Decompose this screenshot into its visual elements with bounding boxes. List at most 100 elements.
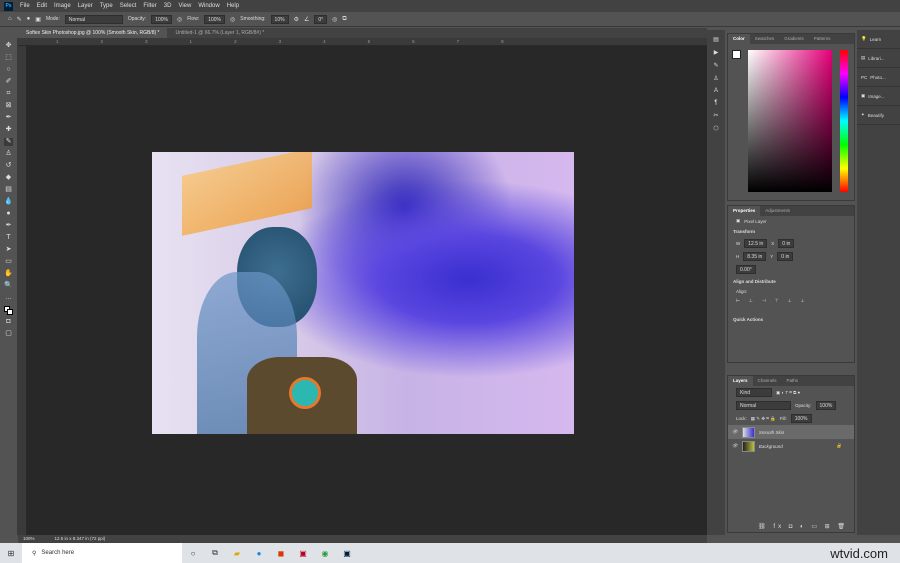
tab-softex-skin[interactable]: Softex Skin Photoshop.jpg @ 100% (Smooth… (18, 28, 168, 38)
marquee-tool-icon[interactable]: ⬚ (4, 54, 13, 62)
healing-tool-icon[interactable]: ✚ (4, 126, 13, 134)
align-middle-icon[interactable]: ⊥ (788, 298, 792, 304)
layer-filter-kind[interactable]: Kind (736, 388, 772, 397)
layer-row[interactable]: 👁 Background 🔒 (728, 439, 854, 453)
inverted-photo[interactable] (152, 152, 574, 434)
3d-icon[interactable]: ⬡ (713, 125, 718, 132)
tool-presets-icon[interactable]: ✂ (713, 112, 718, 119)
height-input[interactable]: 8.35 in (743, 252, 767, 261)
menu-image[interactable]: Image (54, 3, 71, 9)
mode-select[interactable]: Normal (64, 14, 123, 24)
path-select-icon[interactable]: ➤ (4, 246, 13, 254)
shape-tool-icon[interactable]: ▭ (4, 258, 13, 266)
menu-edit[interactable]: Edit (37, 3, 47, 9)
taskbar-search[interactable]: ⚲ Search here (22, 543, 182, 563)
brush-icon[interactable]: ✎ (17, 16, 22, 23)
image-panel-button[interactable]: ▣ Image... (857, 87, 900, 106)
align-right-icon[interactable]: ⊣ (762, 298, 766, 304)
lock-icons[interactable]: ▦ ✎ ✥ ⌗ 🔒 (751, 416, 776, 422)
color-picker-field[interactable] (748, 50, 832, 192)
gear-icon[interactable]: ⚙ (294, 16, 299, 23)
clone-source-icon[interactable]: ♙ (713, 75, 718, 82)
layer-name[interactable]: Smooth Skin (759, 430, 785, 435)
blur-tool-icon[interactable]: 💧 (4, 198, 13, 206)
eye-icon[interactable]: 👁 (732, 429, 738, 435)
dodge-tool-icon[interactable]: ● (4, 210, 13, 218)
zoom-level[interactable]: 100% (23, 535, 35, 543)
smoothing-input[interactable]: 10% (270, 14, 289, 24)
pressure-size-icon[interactable]: ◎ (332, 16, 337, 23)
pressure-opacity-icon[interactable]: ◎ (177, 16, 182, 23)
eraser-tool-icon[interactable]: ◆ (4, 174, 13, 182)
eye-icon[interactable]: 👁 (732, 443, 738, 449)
learn-panel-button[interactable]: 💡 Learn (857, 30, 900, 49)
history-icon[interactable]: ▤ (713, 36, 719, 43)
menu-filter[interactable]: Filter (143, 3, 156, 9)
brush-settings-icon[interactable]: ▣ (35, 16, 41, 23)
photoshop-taskbar-icon[interactable]: ▣ (336, 543, 358, 563)
stamp-tool-icon[interactable]: ♙ (4, 150, 13, 158)
history-brush-icon[interactable]: ↺ (4, 162, 13, 170)
menu-type[interactable]: Type (100, 3, 113, 9)
menu-select[interactable]: Select (120, 3, 137, 9)
quick-select-tool-icon[interactable]: ✐ (4, 78, 13, 86)
symmetry-icon[interactable]: ⧉ (342, 16, 346, 23)
more-tools-icon[interactable]: … (4, 294, 13, 302)
align-bottom-icon[interactable]: ⊥ (801, 298, 805, 304)
airbrush-icon[interactable]: ◎ (230, 16, 235, 23)
color-swatches-icon[interactable] (4, 306, 13, 315)
hue-slider[interactable] (840, 50, 848, 192)
home-icon[interactable]: ⌂ (8, 16, 12, 22)
beautify-panel-button[interactable]: ✦ Beautify (857, 106, 900, 125)
flow-input[interactable]: 100% (204, 14, 225, 24)
opacity-input[interactable]: 100% (151, 14, 172, 24)
eyedropper-tool-icon[interactable]: ✒ (4, 114, 13, 122)
menu-help[interactable]: Help (227, 3, 239, 9)
pen-tool-icon[interactable]: ✒ (4, 222, 13, 230)
quick-mask-icon[interactable]: ◘ (4, 318, 13, 326)
angle-input[interactable]: 0.00° (736, 265, 756, 274)
photo-panel-button[interactable]: PC Photo... (857, 68, 900, 87)
align-heading[interactable]: Align and Distribute (728, 276, 854, 287)
align-top-icon[interactable]: ⊤ (775, 298, 779, 304)
type-tool-icon[interactable]: T (4, 234, 13, 242)
tab-channels[interactable]: Channels (753, 376, 782, 386)
brush-settings-icon[interactable]: ✎ (713, 62, 718, 69)
lasso-tool-icon[interactable]: ○ (4, 66, 13, 74)
tab-patterns[interactable]: Patterns (809, 34, 836, 44)
libraries-panel-button[interactable]: ▤ Librari... (857, 49, 900, 68)
menu-file[interactable]: File (20, 3, 30, 9)
tab-color[interactable]: Color (728, 34, 750, 44)
move-tool-icon[interactable]: ✥ (4, 42, 13, 50)
brush-tool-icon[interactable]: ✎ (4, 138, 13, 146)
width-input[interactable]: 12.5 in (744, 239, 768, 248)
crop-tool-icon[interactable]: ⌗ (4, 90, 13, 98)
browser-icon[interactable]: ● (248, 543, 270, 563)
fill-input[interactable]: 100% (790, 414, 812, 423)
filter-icons[interactable]: ▣ ◐ T ⌗ ⧉ ● (776, 390, 800, 396)
play-icon[interactable]: ▶ (714, 49, 719, 56)
tab-gradients[interactable]: Gradients (779, 34, 809, 44)
frame-tool-icon[interactable]: ⊠ (4, 102, 13, 110)
screen-mode-icon[interactable]: ▢ (4, 330, 13, 338)
app-icon[interactable]: ▣ (292, 543, 314, 563)
y-input[interactable]: 0 in (777, 252, 794, 261)
tab-untitled-1[interactable]: Untitled-1 @ 66.7% (Layer 1, RGB/8#) * (167, 28, 272, 38)
tab-swatches[interactable]: Swatches (750, 34, 780, 44)
quick-actions-heading[interactable]: Quick Actions (728, 314, 854, 325)
file-explorer-icon[interactable]: ▰ (226, 543, 248, 563)
align-left-icon[interactable]: ⊢ (736, 298, 740, 304)
tab-properties[interactable]: Properties (728, 206, 761, 216)
tab-paths[interactable]: Paths (782, 376, 804, 386)
office-icon[interactable]: ◼ (270, 543, 292, 563)
cortana-icon[interactable]: ○ (182, 543, 204, 563)
gradient-tool-icon[interactable]: ▤ (4, 186, 13, 194)
transform-heading[interactable]: Transform (728, 226, 854, 237)
paragraph-icon[interactable]: ¶ (714, 100, 717, 106)
tab-layers[interactable]: Layers (728, 376, 753, 386)
character-icon[interactable]: A (714, 88, 718, 94)
layer-row[interactable]: 👁 Smooth Skin (728, 425, 854, 439)
align-center-icon[interactable]: ⊥ (749, 298, 753, 304)
blend-mode-select[interactable]: Normal (736, 401, 791, 410)
x-input[interactable]: 0 in (778, 239, 795, 248)
